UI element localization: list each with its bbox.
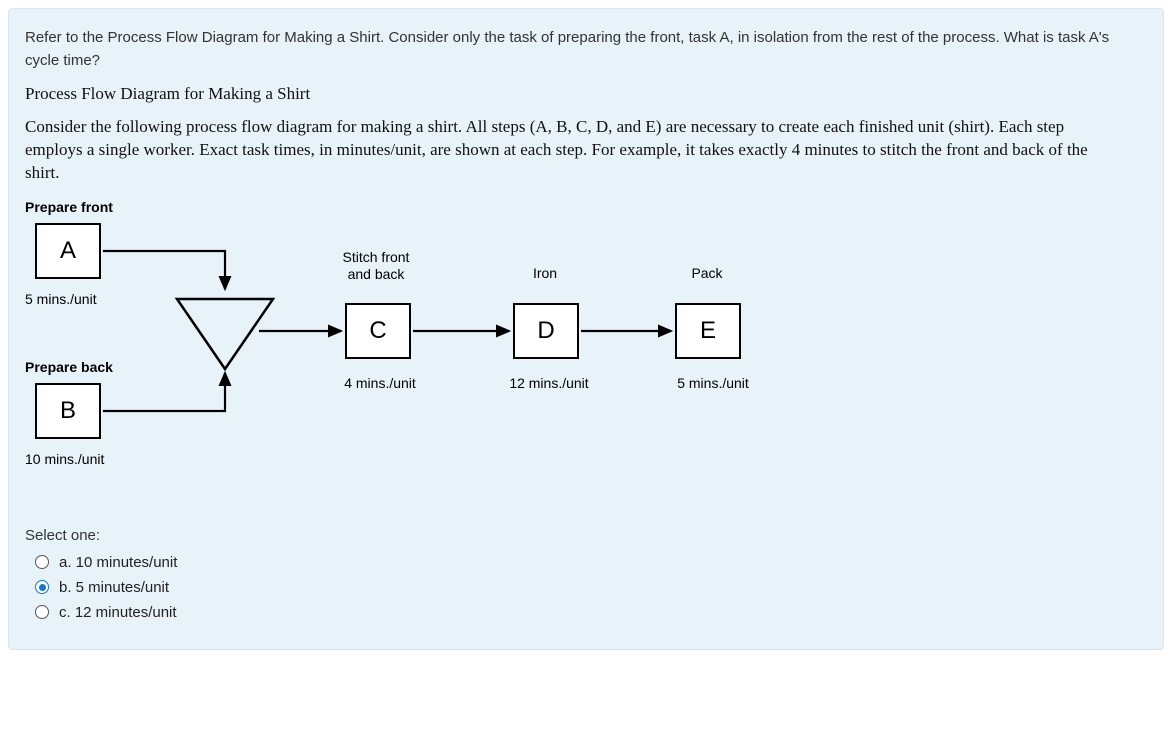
option-label: c. 12 minutes/unit [59, 604, 177, 621]
time-b: 10 mins./unit [25, 451, 104, 467]
box-d: D [513, 303, 579, 359]
time-c: 4 mins./unit [335, 375, 425, 391]
question-card: Refer to the Process Flow Diagram for Ma… [8, 8, 1164, 650]
box-c: C [345, 303, 411, 359]
box-b: B [35, 383, 101, 439]
radio-icon[interactable] [35, 605, 49, 619]
time-d: 12 mins./unit [499, 375, 599, 391]
select-one-label: Select one: [25, 527, 1147, 544]
label-prepare-back: Prepare back [25, 359, 113, 375]
label-stitch: Stitch front and back [321, 249, 431, 283]
process-flow-diagram: Prepare front A 5 mins./unit Prepare bac… [25, 199, 1125, 499]
time-a: 5 mins./unit [25, 291, 97, 307]
box-e: E [675, 303, 741, 359]
option-c[interactable]: c. 12 minutes/unit [35, 604, 1147, 621]
diagram-description: Consider the following process flow diag… [25, 116, 1125, 185]
time-e: 5 mins./unit [663, 375, 763, 391]
label-pack: Pack [677, 265, 737, 281]
option-label: b. 5 minutes/unit [59, 579, 169, 596]
box-a: A [35, 223, 101, 279]
radio-icon[interactable] [35, 555, 49, 569]
option-a[interactable]: a. 10 minutes/unit [35, 554, 1147, 571]
question-prompt: Refer to the Process Flow Diagram for Ma… [25, 27, 1147, 72]
label-iron: Iron [515, 265, 575, 281]
option-b[interactable]: b. 5 minutes/unit [35, 579, 1147, 596]
radio-icon[interactable] [35, 580, 49, 594]
option-label: a. 10 minutes/unit [59, 554, 177, 571]
diagram-title: Process Flow Diagram for Making a Shirt [25, 84, 1147, 104]
label-prepare-front: Prepare front [25, 199, 113, 215]
answer-options: a. 10 minutes/unit b. 5 minutes/unit c. … [25, 554, 1147, 621]
